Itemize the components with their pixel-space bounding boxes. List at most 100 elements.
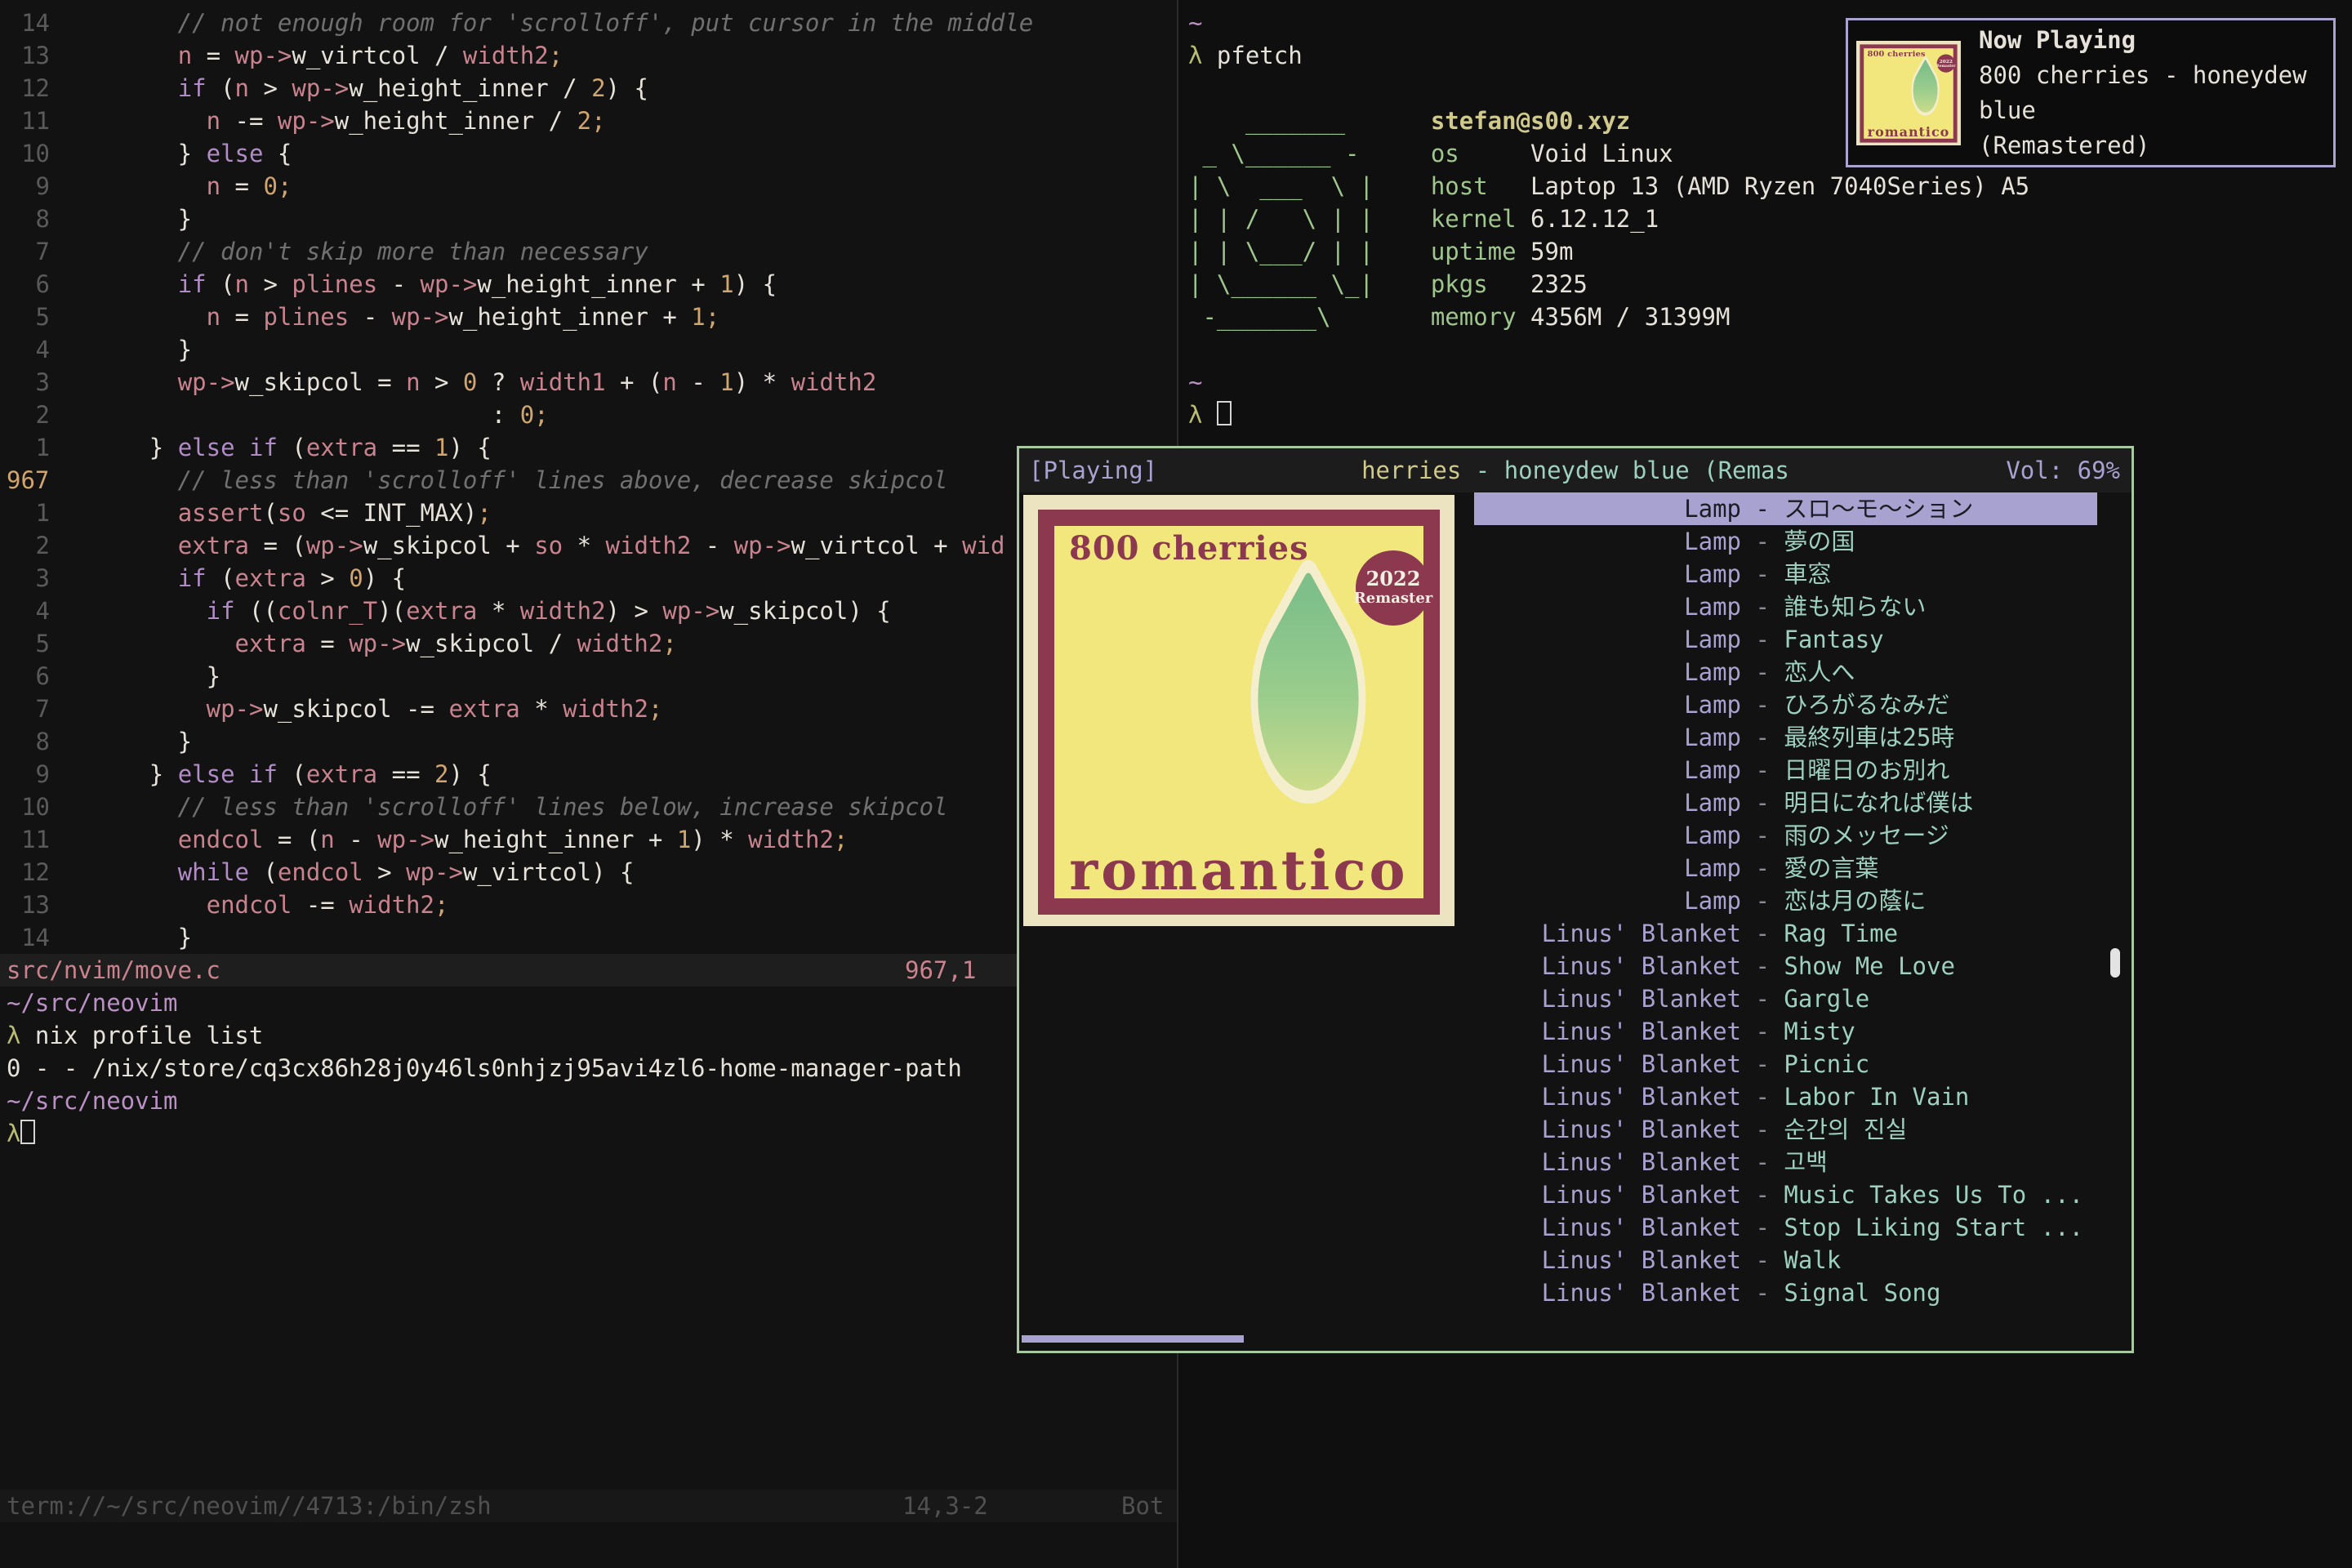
playlist-item[interactable]: Lamp - Fantasy <box>1474 623 2097 656</box>
playlist-item[interactable]: Lamp - スロ〜モ〜ション <box>1474 492 2097 525</box>
code-line[interactable]: 2 : 0; <box>7 399 1033 431</box>
code-line[interactable]: 1 } else if (extra == 1) { <box>7 431 1033 464</box>
playlist-item[interactable]: Lamp - 誰も知らない <box>1474 590 2097 623</box>
playlist-item[interactable]: Lamp - 日曜日のお別れ <box>1474 754 2097 786</box>
playlist-item[interactable]: Lamp - 恋は月の蔭に <box>1474 884 2097 917</box>
code-line[interactable]: 4 if ((colnr_T)(extra * width2) > wp->w_… <box>7 595 1033 627</box>
album-art-large: 800 cherries 2022 Remaster romantico <box>1023 495 1454 926</box>
code-area[interactable]: 14 // not enough room for 'scrolloff', p… <box>7 7 1033 954</box>
code-line[interactable]: 8 } <box>7 203 1033 235</box>
playlist-item[interactable]: Lamp - 夢の国 <box>1474 525 2097 558</box>
album-artist-text: 800 cherries <box>1069 531 1309 567</box>
remaster-badge: 2022 Remaster <box>1356 550 1431 626</box>
playlist-artist: Lamp <box>1474 656 1741 688</box>
playlist-artist: Linus' Blanket <box>1474 1015 1741 1048</box>
playlist-title: 夢の国 <box>1784 525 1855 558</box>
playlist-artist: Lamp <box>1474 492 1741 525</box>
code-line[interactable]: 13 endcol -= width2; <box>7 889 1033 921</box>
playlist-artist: Lamp <box>1474 819 1741 852</box>
code-line[interactable]: 11 endcol = (n - wp->w_height_inner + 1)… <box>7 823 1033 856</box>
playlist-artist: Lamp <box>1474 590 1741 623</box>
playlist-item[interactable]: Lamp - 明日になれば僕は <box>1474 786 2097 819</box>
code-line[interactable]: 10 // less than 'scrolloff' lines below,… <box>7 791 1033 823</box>
code-line[interactable]: 14 // not enough room for 'scrolloff', p… <box>7 7 1033 39</box>
code-line[interactable]: 6 } <box>7 660 1033 693</box>
playlist-separator: - <box>1741 1113 1784 1146</box>
playlist-item[interactable]: Linus' Blanket - 고백 <box>1474 1146 2097 1178</box>
playlist-title: Stop Liking Start ... <box>1784 1211 2083 1244</box>
code-line[interactable]: 12 while (endcol > wp->w_virtcol) { <box>7 856 1033 889</box>
code-line[interactable]: 7 wp->w_skipcol -= extra * width2; <box>7 693 1033 725</box>
shell-line <box>1188 333 2029 366</box>
playlist-separator: - <box>1741 852 1784 884</box>
now-playing-notification[interactable]: 800 cherries 2022 Remaster romantico Now… <box>1846 18 2336 167</box>
playlist-item[interactable]: Linus' Blanket - Show Me Love <box>1474 950 2097 982</box>
playlist-item[interactable]: Lamp - ひろがるなみだ <box>1474 688 2097 721</box>
shell-line: | | / \ | | kernel 6.12.12_1 <box>1188 203 2029 235</box>
playlist-item[interactable]: Linus' Blanket - Stop Liking Start ... <box>1474 1211 2097 1244</box>
playlist-title: Gargle <box>1784 982 1869 1015</box>
code-line[interactable]: 9 } else if (extra == 2) { <box>7 758 1033 791</box>
code-line[interactable]: 2 extra = (wp->w_skipcol + so * width2 -… <box>7 529 1033 562</box>
code-line[interactable]: 12 if (n > wp->w_height_inner / 2) { <box>7 72 1033 105</box>
line-number: 14 <box>7 7 50 39</box>
code-line[interactable]: 11 n -= wp->w_height_inner / 2; <box>7 105 1033 137</box>
playlist-item[interactable]: Linus' Blanket - Misty <box>1474 1015 2097 1048</box>
code-line[interactable]: 9 n = 0; <box>7 170 1033 203</box>
line-number: 12 <box>7 856 50 889</box>
playlist-title: Fantasy <box>1784 623 1883 656</box>
code-line[interactable]: 1 assert(so <= INT_MAX); <box>7 497 1033 529</box>
notification-title: Now Playing <box>1979 23 2333 58</box>
album-art: 800 cherries 2022 Remaster romantico <box>1856 41 1961 145</box>
playlist-separator: - <box>1741 623 1784 656</box>
playlist-separator: - <box>1741 754 1784 786</box>
playlist-item[interactable]: Lamp - 愛の言葉 <box>1474 852 2097 884</box>
playlist-item[interactable]: Lamp - 恋人へ <box>1474 656 2097 688</box>
playlist-item[interactable]: Linus' Blanket - 순간의 진실 <box>1474 1113 2097 1146</box>
code-line[interactable]: 967 // less than 'scrolloff' lines above… <box>7 464 1033 497</box>
code-line[interactable]: 10 } else { <box>7 137 1033 170</box>
line-number: 10 <box>7 137 50 170</box>
playlist-item[interactable]: Lamp - 最終列車は25時 <box>1474 721 2097 754</box>
shell-line: | \ ___ \ | host Laptop 13 (AMD Ryzen 70… <box>1188 170 2029 203</box>
line-number: 5 <box>7 301 50 333</box>
terminal-line: λ <box>7 1117 962 1150</box>
playlist-title: 日曜日のお別れ <box>1784 754 1949 786</box>
playlist-separator: - <box>1741 884 1784 917</box>
code-line[interactable]: 5 n = plines - wp->w_height_inner + 1; <box>7 301 1033 333</box>
code-line[interactable]: 3 if (extra > 0) { <box>7 562 1033 595</box>
playlist-title: 雨のメッセージ <box>1784 819 1949 852</box>
playlist-item[interactable]: Linus' Blanket - Labor In Vain <box>1474 1080 2097 1113</box>
progress-bar[interactable] <box>1022 1335 1244 1343</box>
code-line[interactable]: 7 // don't skip more than necessary <box>7 235 1033 268</box>
playlist-item[interactable]: Linus' Blanket - Rag Time <box>1474 917 2097 950</box>
statusline-active: src/nvim/move.c 967,1 <box>0 954 1177 987</box>
playlist-separator: - <box>1741 1048 1784 1080</box>
playlist-title: Walk <box>1784 1244 1841 1276</box>
playlist-artist: Lamp <box>1474 558 1741 590</box>
playlist-item[interactable]: Linus' Blanket - Signal Song <box>1474 1276 2097 1309</box>
code-line[interactable]: 13 n = wp->w_virtcol / width2; <box>7 39 1033 72</box>
code-line[interactable]: 14 } <box>7 921 1033 954</box>
code-line[interactable]: 4 } <box>7 333 1033 366</box>
playlist-item[interactable]: Linus' Blanket - Walk <box>1474 1244 2097 1276</box>
playlist-item[interactable]: Linus' Blanket - Picnic <box>1474 1048 2097 1080</box>
code-line[interactable]: 6 if (n > plines - wp->w_height_inner + … <box>7 268 1033 301</box>
music-player-window: [Playing] herries - honeydew blue (Remas… <box>1017 446 2134 1353</box>
playlist-item[interactable]: Lamp - 車窓 <box>1474 558 2097 590</box>
code-line[interactable]: 8 } <box>7 725 1033 758</box>
playlist-scrollbar-thumb[interactable] <box>2110 948 2120 978</box>
playlist-item[interactable]: Lamp - 雨のメッセージ <box>1474 819 2097 852</box>
line-number: 6 <box>7 660 50 693</box>
playlist-item[interactable]: Linus' Blanket - Music Takes Us To ... <box>1474 1178 2097 1211</box>
code-line[interactable]: 5 extra = wp->w_skipcol / width2; <box>7 627 1033 660</box>
playlist[interactable]: Lamp - スロ〜モ〜ションLamp - 夢の国Lamp - 車窓Lamp -… <box>1474 492 2097 1309</box>
code-line[interactable]: 3 wp->w_skipcol = n > 0 ? width1 + (n - … <box>7 366 1033 399</box>
line-number: 14 <box>7 921 50 954</box>
line-number: 2 <box>7 529 50 562</box>
terminal-output[interactable]: ~/src/neovimλ nix profile list0 - - /nix… <box>7 987 962 1150</box>
terminal-line: ~/src/neovim <box>7 1085 962 1117</box>
playlist-item[interactable]: Linus' Blanket - Gargle <box>1474 982 2097 1015</box>
playlist-artist: Linus' Blanket <box>1474 982 1741 1015</box>
line-number: 1 <box>7 497 50 529</box>
